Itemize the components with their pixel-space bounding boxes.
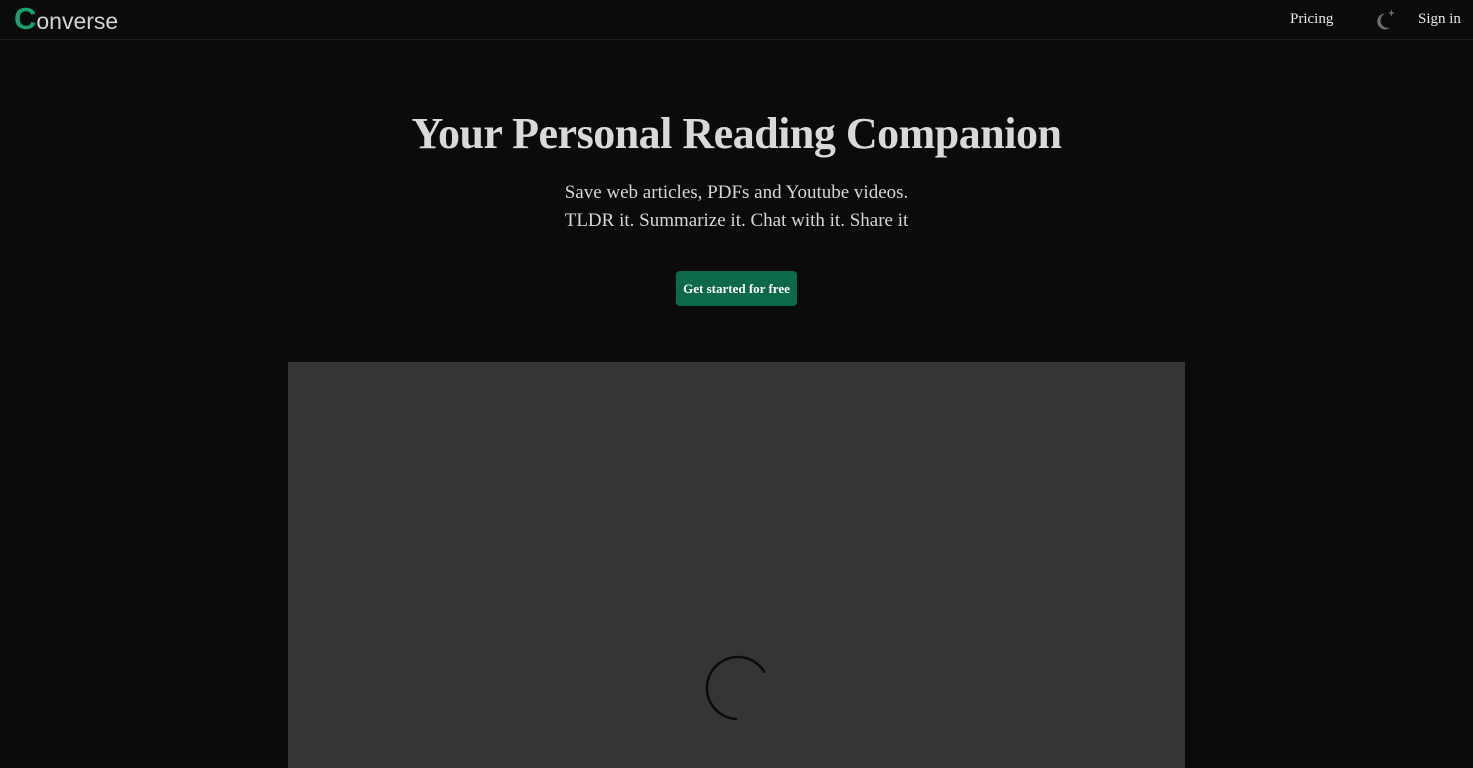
nav-link-sign-in[interactable]: Sign in	[1418, 9, 1461, 29]
top-navbar: Converse Pricing Sign in	[0, 0, 1473, 40]
logo-initial: C	[14, 1, 37, 36]
loading-spinner-icon	[705, 655, 766, 721]
converse-logo[interactable]: Converse	[14, 3, 118, 37]
hero-title: Your Personal Reading Companion	[411, 109, 1062, 158]
nav-link-pricing[interactable]: Pricing	[1290, 9, 1333, 29]
theme-toggle-button[interactable]	[1375, 8, 1399, 32]
get-started-button[interactable]: Get started for free	[676, 271, 797, 306]
logo-wordmark: onverse	[36, 8, 119, 34]
hero-subtitle-line-2: TLDR it. Summarize it. Chat with it. Sha…	[564, 210, 909, 231]
hero-subtitle-line-1: Save web articles, PDFs and Youtube vide…	[564, 182, 909, 203]
demo-video-panel	[288, 362, 1185, 768]
moon-star-icon	[1377, 9, 1395, 30]
